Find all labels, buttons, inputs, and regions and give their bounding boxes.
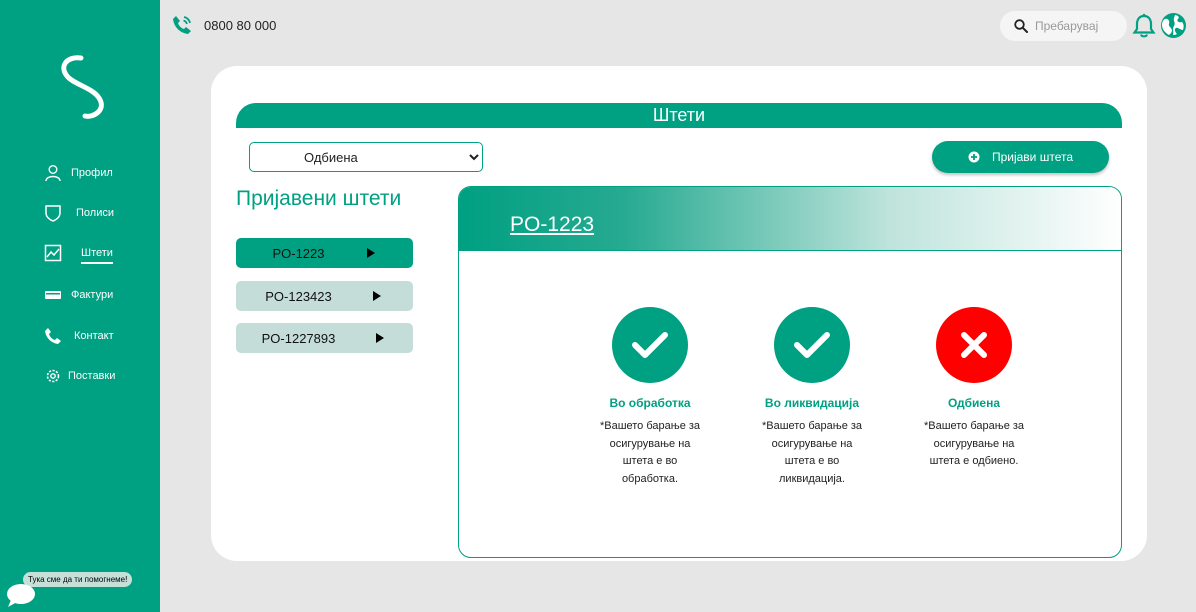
claim-id: PO-123423 xyxy=(265,288,332,304)
sidebar-item-claims[interactable]: Штети xyxy=(0,240,160,266)
phone-icon[interactable] xyxy=(171,14,193,36)
sidebar-item-contact[interactable]: Контакт xyxy=(0,323,160,349)
claim-id: PO-1223 xyxy=(272,245,325,261)
sidebar-item-policies[interactable]: Полиси xyxy=(0,200,160,226)
check-circle-icon xyxy=(612,307,688,383)
shield-icon xyxy=(43,203,63,223)
claim-detail-panel: PO-1223 Во обработка *Вашето барање за о… xyxy=(458,186,1122,558)
gear-icon xyxy=(43,366,63,386)
search-input[interactable] xyxy=(1035,19,1115,33)
play-arrow-icon xyxy=(373,291,381,301)
sidebar-item-label: Профил xyxy=(71,167,113,179)
check-circle-icon xyxy=(774,307,850,383)
sidebar-item-label: Штети xyxy=(81,247,113,264)
help-message[interactable]: Тука сме да ти помогнеме! xyxy=(23,572,133,587)
play-arrow-icon xyxy=(367,248,375,258)
claim-list-item[interactable]: PO-1223 xyxy=(236,238,413,268)
status-liquidation: Во ликвидација *Вашето барање за осигуру… xyxy=(752,307,872,488)
sidebar-item-settings[interactable]: Поставки xyxy=(0,363,160,389)
status-description: *Вашето барање за осигурување на штета е… xyxy=(761,420,863,485)
report-claim-button[interactable]: Пријави штета xyxy=(932,141,1109,173)
sidebar-item-label: Поставки xyxy=(68,370,116,382)
close-circle-icon xyxy=(936,307,1012,383)
chat-icon[interactable] xyxy=(5,583,37,609)
sidebar: Профил Полиси Штети Фактури Контакт Пост… xyxy=(0,0,160,612)
search-box[interactable] xyxy=(1000,11,1127,41)
claims-list-title: Пријавени штети xyxy=(236,187,402,210)
sidebar-item-invoices[interactable]: Фактури xyxy=(0,282,160,308)
claim-detail-header: PO-1223 xyxy=(459,187,1121,251)
status-rejected: Одбиена *Вашето барање за осигурување на… xyxy=(914,307,1034,471)
phone-icon xyxy=(43,326,63,346)
plus-circle-icon xyxy=(968,151,980,163)
chart-icon xyxy=(43,243,63,263)
status-description: *Вашето барање за осигурување на штета е… xyxy=(599,420,701,485)
play-arrow-icon xyxy=(376,333,384,343)
status-title: Одбиена xyxy=(947,396,1001,410)
search-icon xyxy=(1014,19,1028,33)
status-title: Во обработка xyxy=(609,396,691,410)
sidebar-item-label: Фактури xyxy=(71,289,114,301)
bell-icon[interactable] xyxy=(1132,13,1156,39)
status-title: Во ликвидација xyxy=(764,396,860,410)
sidebar-item-label: Контакт xyxy=(74,330,114,342)
status-description: *Вашето барање за осигурување на штета е… xyxy=(923,420,1025,467)
page-title: Штети xyxy=(236,103,1122,128)
status-filter-select[interactable]: Одбиена xyxy=(249,142,483,172)
claim-list-item[interactable]: PO-123423 xyxy=(236,281,413,311)
sidebar-item-label: Полиси xyxy=(76,207,114,219)
logo xyxy=(61,55,104,119)
report-claim-label: Пријави штета xyxy=(991,150,1074,164)
claim-detail-title-link[interactable]: PO-1223 xyxy=(510,213,594,237)
globe-icon[interactable] xyxy=(1160,12,1187,39)
card-icon xyxy=(43,285,63,305)
sidebar-item-profile[interactable]: Профил xyxy=(0,160,160,186)
claim-list-item[interactable]: PO-1227893 xyxy=(236,323,413,353)
claim-id: PO-1227893 xyxy=(261,330,336,346)
user-icon xyxy=(43,163,63,183)
status-in-progress: Во обработка *Вашето барање за осигурува… xyxy=(590,307,710,488)
phone-number: 0800 80 000 xyxy=(204,18,277,33)
